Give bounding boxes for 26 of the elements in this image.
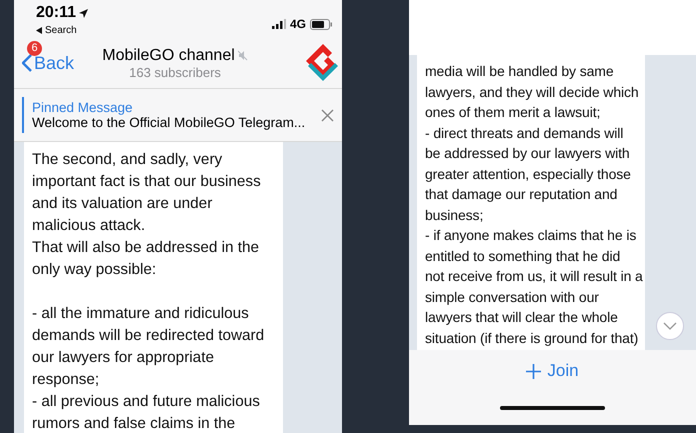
scroll-down-button[interactable] [656, 312, 684, 340]
message-paragraph: - direct threats and demands will be addressed by our lawyers with greater attention, especially those that damage our reputation and business; [425, 124, 631, 224]
unread-badge: 6 [27, 41, 42, 56]
battery-icon [310, 18, 332, 30]
pinned-message[interactable]: Welcome to the Official MobileGO Telegram... [32, 115, 317, 130]
signal-icon [272, 19, 286, 29]
pinned-label: Pinned Message [32, 100, 134, 115]
chevron-left-icon [22, 54, 32, 72]
channel-logo[interactable] [306, 44, 340, 82]
network-label: 4G [290, 17, 306, 31]
back-to-app-link[interactable]: Search [45, 25, 77, 36]
location-icon [79, 8, 88, 18]
message-paragraph: The second, and sadly, very important fact is that our business and its valuation are under malicious attack. [32, 150, 261, 236]
message-paragraph: That will also be addressed in the only way possible: [32, 238, 260, 280]
chevron-down-icon [663, 322, 677, 330]
message-paragraph: - if anyone makes claims that he is entitled to something that he did not receive from us, it will result in a simple conversation with our lawyers that will clear the whole situation (if there is ground for that) [425, 226, 643, 348]
message-paragraph: - all previous and future malicious rumors and false claims in the [32, 392, 260, 433]
back-arrow-icon[interactable] [36, 27, 42, 34]
join-button[interactable]: Join [526, 361, 579, 381]
status-time: 20:11 [36, 4, 76, 22]
plus-icon [526, 364, 542, 378]
message-paragraph: media will be handled by same lawyers, and they will decide which ones of them merit a lawsuit; [425, 62, 639, 122]
close-icon[interactable] [321, 108, 334, 122]
subscriber-count: 163 subscribers [128, 64, 222, 80]
message-paragraph: - all the immature and ridiculous demands will be redirected toward our lawyers for appropriate response; [32, 304, 264, 390]
channel-title: MobileGO channel [102, 46, 235, 64]
